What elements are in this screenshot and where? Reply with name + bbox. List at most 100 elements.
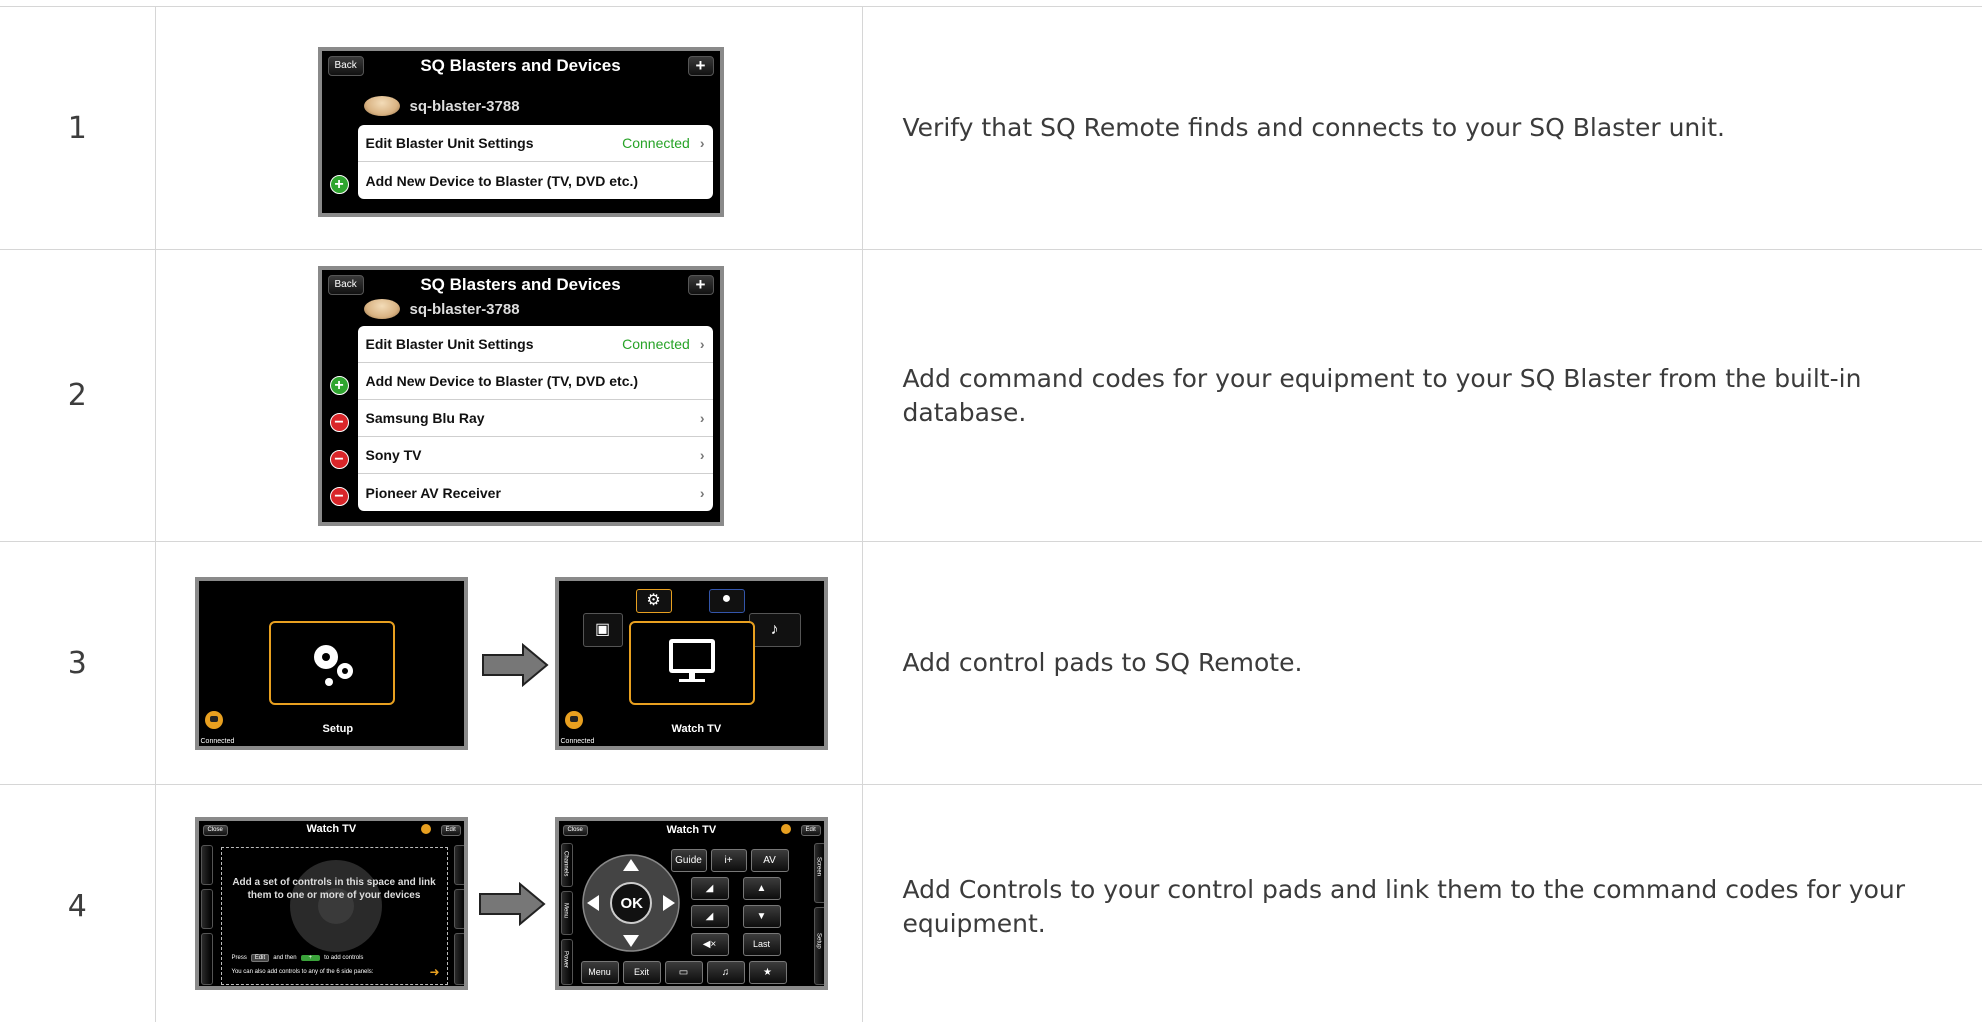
edit-button[interactable]: Edit [440, 825, 461, 836]
add-button[interactable]: + [687, 275, 714, 295]
side-panel[interactable] [200, 889, 213, 929]
row-label: Add New Device to Blaster (TV, DVD etc.) [365, 373, 639, 389]
pad-label: Watch TV [671, 723, 722, 735]
connection-icon [204, 711, 223, 729]
step-row-1: 1 Back SQ Blasters and Devices + sq-blas… [0, 6, 1982, 250]
screen-title: SQ Blasters and Devices [420, 275, 621, 294]
back-button[interactable]: Back [327, 56, 364, 76]
close-button[interactable]: Close [202, 825, 228, 836]
step-description: Add command codes for your equipment to … [861, 249, 1982, 542]
status-label: Connected [622, 336, 690, 352]
menu-button[interactable]: Menu [580, 961, 619, 984]
music-note-icon[interactable]: ♫ [706, 961, 745, 984]
list-item[interactable]: Samsung Blu Ray › [357, 400, 713, 437]
step-row-3: 3 Setup Connected ⚙ ● ▣ ♪ Watch TV Conne… [0, 541, 1982, 785]
step-number: 4 [0, 784, 156, 1022]
music-tile-icon[interactable]: ♪ [748, 613, 801, 647]
row-label: Edit Blaster Unit Settings [365, 336, 534, 352]
blaster-unit[interactable]: sq-blaster-3788 [363, 95, 520, 117]
remove-circle-icon[interactable]: − [329, 450, 349, 469]
disc-tile-icon[interactable]: ● [708, 589, 745, 613]
arrow-right-icon: ➜ [429, 965, 440, 979]
row-label: Pioneer AV Receiver [365, 484, 501, 501]
volume-up-icon[interactable]: ◢ [690, 877, 729, 900]
row-label: Edit Blaster Unit Settings [365, 135, 534, 151]
blaster-name: sq-blaster-3788 [409, 97, 520, 115]
connection-icon [420, 824, 431, 834]
channel-up-icon[interactable]: ▲ [742, 877, 781, 900]
side-panel-label: Screen [815, 857, 822, 877]
connection-icon [564, 711, 583, 729]
side-panel[interactable] [200, 845, 213, 885]
edit-button[interactable]: Edit [800, 825, 821, 836]
side-panel[interactable] [200, 933, 213, 985]
side-panel[interactable] [453, 845, 464, 885]
chevron-right-icon: › [699, 336, 705, 352]
device-list: Edit Blaster Unit Settings Connected › A… [357, 125, 713, 199]
connection-status: Connected [560, 738, 595, 745]
chevron-right-icon: › [699, 410, 705, 426]
connection-icon [780, 824, 791, 834]
close-button[interactable]: Close [562, 825, 588, 836]
dpad-watermark-icon [289, 860, 382, 952]
screen-title: Watch TV [666, 824, 717, 836]
press-label: Press [231, 955, 247, 961]
blaster-unit[interactable]: sq-blaster-3788 [363, 298, 520, 320]
nav-bar: Back SQ Blasters and Devices + [322, 51, 720, 81]
list-item[interactable]: Add New Device to Blaster (TV, DVD etc.) [357, 363, 713, 400]
add-circle-icon[interactable]: + [329, 175, 349, 194]
exit-button[interactable]: Exit [622, 961, 661, 984]
empty-pad-screen: Close Watch TV Edit Add a set of control… [194, 817, 468, 990]
plus-chip-icon: + [300, 955, 321, 961]
gears-icon [313, 645, 353, 686]
watch-tv-controls-screen: Close Watch TV Edit Channels Menu Power … [554, 817, 828, 990]
guide-button[interactable]: Guide [670, 849, 707, 872]
chevron-right-icon: › [699, 135, 705, 151]
list-item[interactable]: Sony TV › [357, 437, 713, 474]
side-panel[interactable] [453, 889, 464, 929]
back-button[interactable]: Back [327, 275, 364, 295]
list-item[interactable]: Add New Device to Blaster (TV, DVD etc.) [358, 162, 713, 199]
side-panel-label: Setup [815, 933, 822, 949]
pad-label: Setup [322, 723, 354, 735]
info-button[interactable]: i+ [710, 849, 747, 872]
row-label: Add New Device to Blaster (TV, DVD etc.) [365, 172, 639, 189]
side-panel-label: Power [562, 951, 569, 969]
setup-pad[interactable] [268, 621, 395, 705]
chevron-right-icon: › [699, 447, 705, 463]
blaster-name: sq-blaster-3788 [409, 300, 520, 318]
remove-circle-icon[interactable]: − [329, 413, 349, 432]
add-button[interactable]: + [687, 56, 714, 76]
ok-button[interactable]: OK [621, 895, 644, 912]
status-label: Connected [622, 135, 690, 151]
list-item[interactable]: Edit Blaster Unit Settings Connected › [357, 326, 713, 363]
step-description: Add Controls to your control pads and li… [861, 784, 1982, 1022]
av-button[interactable]: AV [750, 849, 789, 872]
last-button[interactable]: Last [742, 933, 781, 956]
side-note: You can also add controls to any of the … [231, 969, 374, 975]
side-panel[interactable] [453, 933, 464, 985]
watch-tv-pad[interactable] [628, 621, 755, 705]
volume-down-icon[interactable]: ◢ [690, 905, 729, 928]
side-panel-label: Menu [562, 903, 569, 919]
chevron-right-icon: › [699, 484, 705, 501]
aspect-ratio-icon[interactable]: ▭ [664, 961, 703, 984]
screen-title: Watch TV [306, 823, 357, 835]
list-item[interactable]: Edit Blaster Unit Settings Connected › [357, 125, 713, 162]
watch-tv-pad-screen: ⚙ ● ▣ ♪ Watch TV Connected [554, 577, 828, 750]
list-item[interactable]: Pioneer AV Receiver › [358, 474, 713, 511]
step-image-cell: Close Watch TV Edit Add a set of control… [154, 784, 863, 1022]
film-tile-icon[interactable]: ▣ [582, 613, 623, 647]
hint-instructions: Press Edit and then + to add controls [231, 954, 363, 962]
controls-drop-area[interactable]: Add a set of controls in this space and … [220, 847, 448, 985]
setup-tile-icon[interactable]: ⚙ [635, 589, 672, 613]
remove-circle-icon[interactable]: − [329, 487, 349, 506]
blaster-puck-icon [363, 96, 400, 116]
step-number: 2 [0, 249, 156, 542]
mute-icon[interactable]: ◀× [690, 933, 729, 956]
favorite-star-icon[interactable]: ★ [748, 961, 787, 984]
step-image-cell: Back SQ Blasters and Devices + sq-blaste… [154, 6, 863, 250]
channel-down-icon[interactable]: ▼ [742, 905, 781, 928]
add-circle-icon[interactable]: + [329, 376, 349, 395]
blaster-puck-icon [363, 299, 400, 319]
